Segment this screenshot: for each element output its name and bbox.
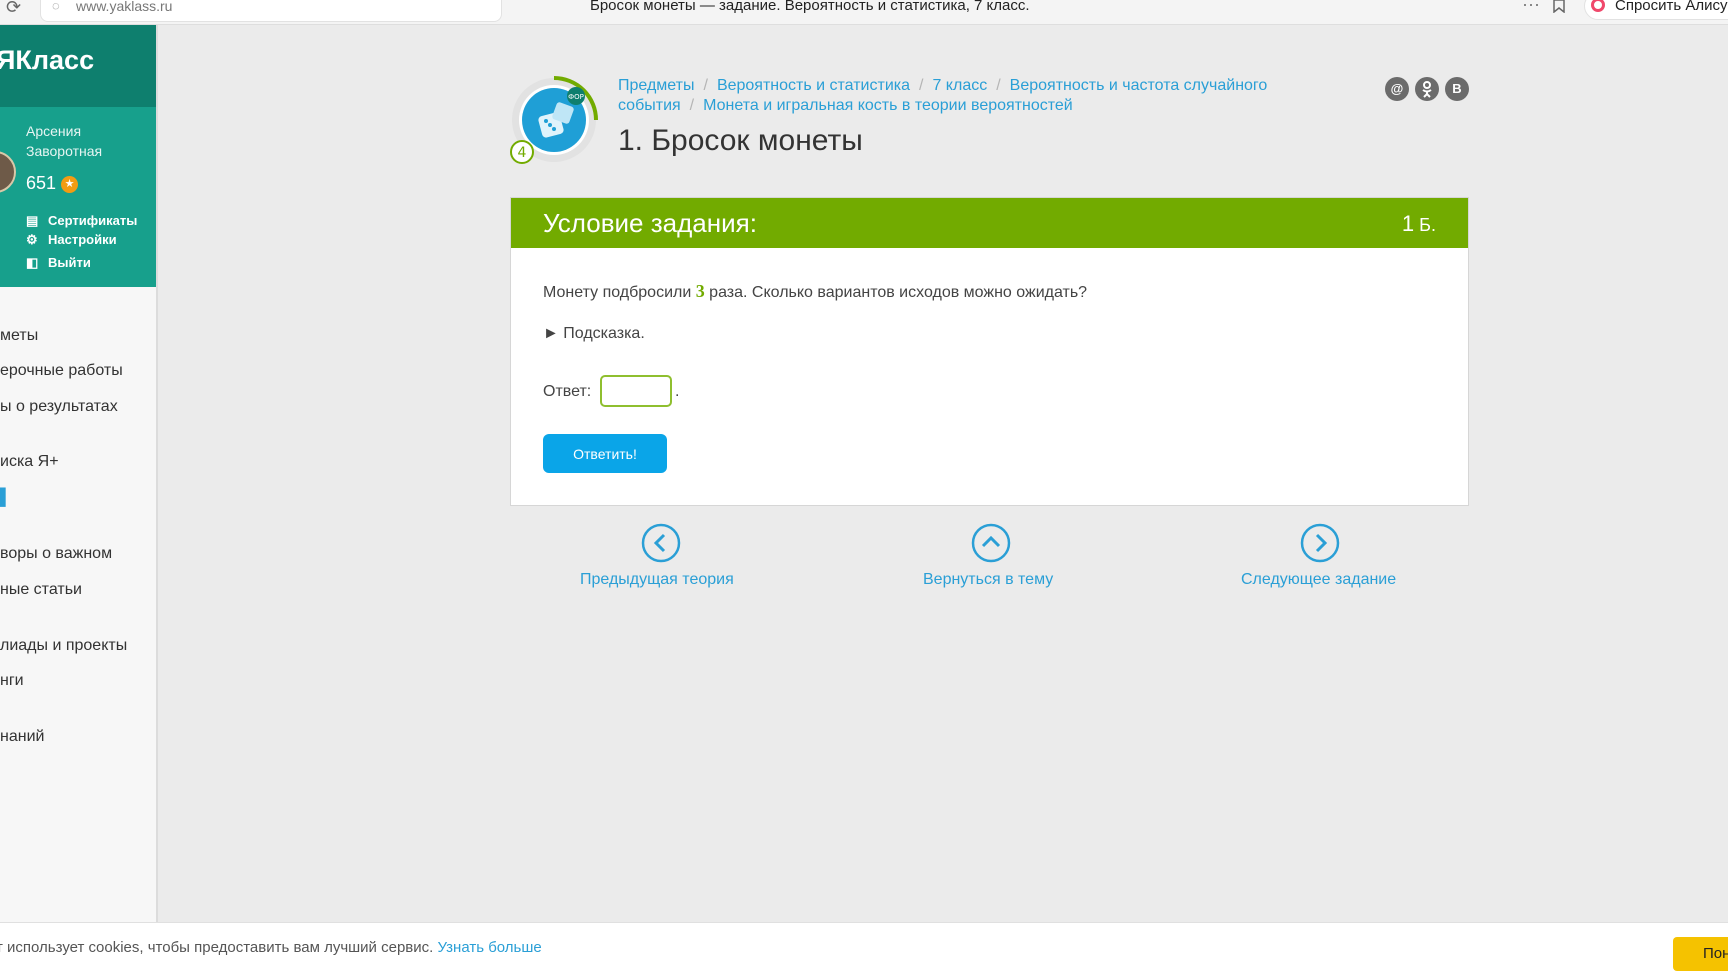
breadcrumb: Предметы / Вероятность и статистика/7 клас… xyxy=(618,77,1268,114)
chevron-up-icon[interactable] xyxy=(971,523,1011,563)
badge-level: 4 xyxy=(518,145,527,161)
sidebar: ЯКласс Арсения Заворотная 651 ★ ▤ Сертифи… xyxy=(0,25,158,922)
submit-button[interactable]: Ответить! xyxy=(543,434,667,473)
sidebar-item-talks[interactable]: воры о важном xyxy=(0,545,112,563)
alice-label[interactable]: Спросить Алису xyxy=(1615,0,1728,13)
logo-text[interactable]: ЯКласс xyxy=(0,45,94,76)
task-header: Условие задания: 1 Б. xyxy=(511,198,1468,248)
chevron-right-icon[interactable] xyxy=(1300,523,1340,563)
sidebar-item-knowledge[interactable]: наний xyxy=(0,728,44,746)
sidebar-item-olympiads[interactable]: лиады и проекты xyxy=(0,637,127,655)
certificate-icon: ▤ xyxy=(26,213,39,228)
door-icon: ◧ xyxy=(26,255,39,270)
question-text-end: раза. Сколько вариантов исходов можно ож… xyxy=(704,284,1088,301)
breadcrumb-topic[interactable]: Монета и игральная кость в теории вероят… xyxy=(703,97,1073,114)
page-title: 1. Бросок монеты xyxy=(618,124,863,157)
breadcrumb-grade[interactable]: 7 класс xyxy=(932,77,987,94)
settings-link[interactable]: ⚙ Настройки xyxy=(26,232,117,248)
user-profile: Арсения Заворотная 651 ★ ▤ Сертификаты ⚙ Н… xyxy=(0,107,156,287)
back-to-topic-label[interactable]: Вернуться в тему xyxy=(923,571,1053,589)
sidebar-item-tests[interactable]: ерочные работы xyxy=(0,362,123,380)
sidebar-item-ratings[interactable]: нги xyxy=(0,672,24,690)
prev-theory-label[interactable]: Предыдущая теория xyxy=(580,571,734,589)
cookie-message: т использует cookies, чтобы предоставить… xyxy=(0,939,434,956)
shield-icon[interactable]: ◌ xyxy=(52,0,60,12)
sidebar-item-blue-link[interactable]: ▌ xyxy=(0,489,11,507)
user-name[interactable]: Арсения Заворотная xyxy=(26,121,146,161)
more-icon[interactable]: ··· xyxy=(1522,0,1540,13)
question-number: 3 xyxy=(695,281,705,301)
gear-icon: ⚙ xyxy=(26,232,38,247)
hint-toggle[interactable]: ► Подсказка. xyxy=(543,325,645,343)
certificates-label: Сертификаты xyxy=(48,213,138,228)
logo[interactable]: ЯКласс xyxy=(0,25,156,107)
answer-label: Ответ: xyxy=(543,383,592,400)
question-text-start: Монету подбросили xyxy=(543,284,696,301)
settings-label: Настройки xyxy=(48,232,117,247)
points-value: 651 xyxy=(26,173,57,193)
task-points-value: 1 xyxy=(1401,211,1415,236)
sidebar-item-reports[interactable]: ы о результатах xyxy=(0,398,118,416)
vk-share-icon[interactable]: B xyxy=(1445,77,1469,101)
cookie-learn-more-link[interactable]: Узнать больше xyxy=(437,939,541,956)
answer-input[interactable] xyxy=(600,375,672,407)
task-points-unit: Б. xyxy=(1419,215,1436,235)
answer-suffix: . xyxy=(675,383,680,400)
sidebar-item-subscription[interactable]: иска Я+ xyxy=(0,453,59,471)
star-icon: ★ xyxy=(61,176,78,193)
cookie-banner: т использует cookies, чтобы предоставить… xyxy=(0,922,1728,973)
task-points: 1 Б. xyxy=(1402,211,1436,237)
logout-label: Выйти xyxy=(48,255,91,270)
tab-title: Бросок монеты — задание. Вероятность и с… xyxy=(590,0,1030,14)
next-task-label[interactable]: Следующее задание xyxy=(1241,571,1396,589)
bookmark-icon[interactable] xyxy=(1553,0,1565,13)
browser-toolbar: ⟳ ◌ www.yaklass.ru Бросок монеты — задан… xyxy=(0,0,1728,25)
badge-tag: ФОР xyxy=(568,93,584,101)
url-text[interactable]: www.yaklass.ru xyxy=(76,0,172,13)
sidebar-item-subjects[interactable]: меты xyxy=(0,327,38,345)
chevron-left-icon[interactable] xyxy=(641,523,681,563)
task-card: Условие задания: 1 Б. Монету подбросили 3… xyxy=(510,197,1469,506)
cookie-accept-button[interactable]: Понятно xyxy=(1673,937,1728,971)
breadcrumb-subjects[interactable]: Предметы xyxy=(618,77,694,94)
task-question: Монету подбросили 3 раза. Сколько вариан… xyxy=(543,281,1087,302)
avatar[interactable] xyxy=(0,151,16,193)
ok-share-icon[interactable] xyxy=(1415,77,1439,101)
cookie-text: т использует cookies, чтобы предоставить… xyxy=(0,939,542,956)
logout-link[interactable]: ◧ Выйти xyxy=(26,255,91,271)
certificates-link[interactable]: ▤ Сертификаты xyxy=(26,213,137,229)
topic-badge: ФОР 4 xyxy=(510,76,598,164)
sidebar-item-articles[interactable]: ные статьи xyxy=(0,581,82,599)
task-header-title: Условие задания: xyxy=(543,208,757,238)
breadcrumb-subject[interactable]: Вероятность и статистика xyxy=(717,77,910,94)
reload-icon[interactable]: ⟳ xyxy=(6,0,21,16)
mail-share-icon[interactable]: @ xyxy=(1385,77,1409,101)
